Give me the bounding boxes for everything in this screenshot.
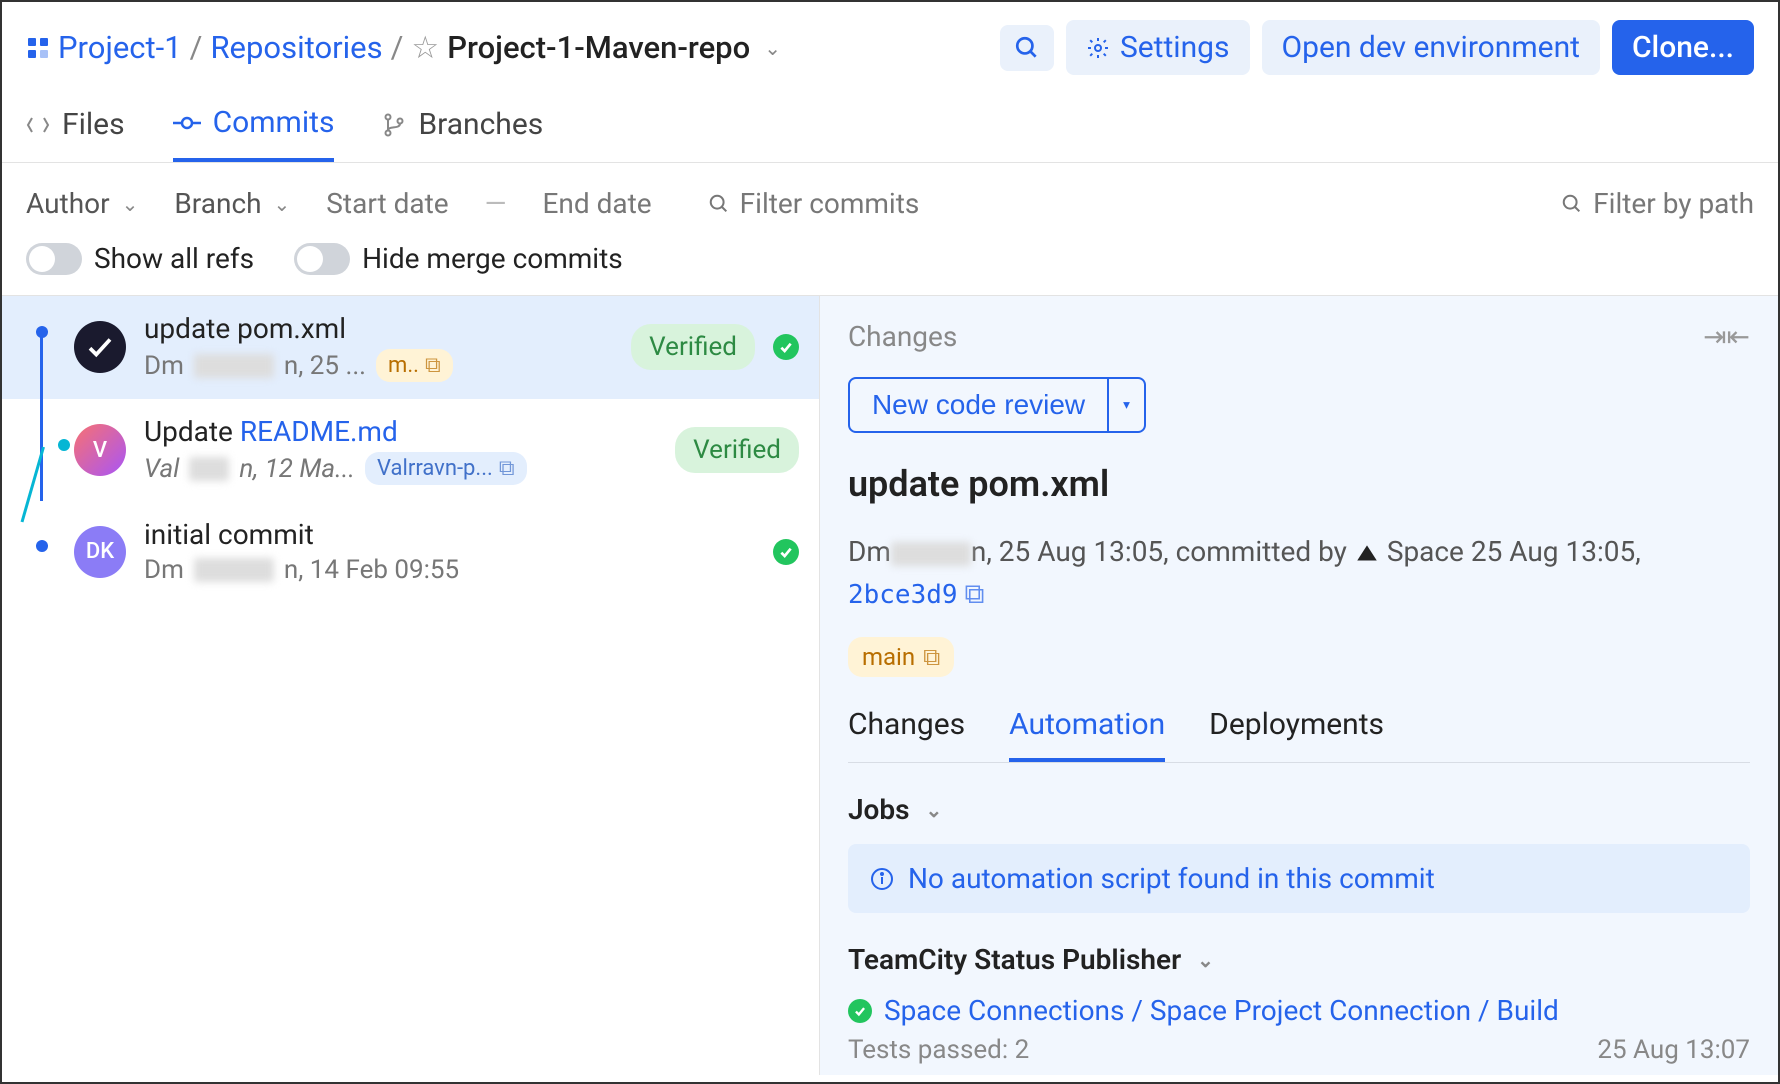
filter-path-input[interactable]: Filter by path: [1561, 187, 1754, 220]
commit-title: initial commit: [144, 518, 755, 551]
star-icon[interactable]: ☆: [411, 29, 439, 66]
filters-row: Author ⌄ Branch ⌄ Start date — End date …: [2, 163, 1778, 230]
tab-deployments[interactable]: Deployments: [1209, 707, 1384, 762]
header-bar: Project-1 / Repositories / ☆ Project-1-M…: [2, 2, 1778, 93]
tab-files[interactable]: Files: [26, 105, 125, 162]
commit-detail-title: update pom.xml: [848, 463, 1750, 505]
toggles-row: Show all refs Hide merge commits: [2, 230, 1778, 295]
repo-tabs: Files Commits Branches: [2, 93, 1778, 163]
review-dropdown-button[interactable]: ▾: [1109, 377, 1146, 433]
commit-item[interactable]: V Update README.md Valn, 12 Ma... Valrra…: [2, 399, 819, 502]
start-date-filter[interactable]: Start date: [326, 187, 448, 220]
commit-hash[interactable]: 2bce3d9: [848, 580, 958, 610]
filter-commits-input[interactable]: Filter commits: [708, 187, 920, 220]
branches-icon: [382, 113, 406, 137]
avatar: V: [74, 424, 126, 476]
tab-automation[interactable]: Automation: [1009, 707, 1165, 762]
status-success-icon: [773, 539, 799, 565]
commit-graph: [26, 502, 66, 601]
annotation-arrow: [819, 938, 820, 985]
open-dev-button[interactable]: Open dev environment: [1262, 20, 1600, 75]
jobs-info-banner: No automation script found in this commi…: [848, 844, 1750, 913]
avatar: DK: [74, 526, 126, 578]
settings-label: Settings: [1120, 30, 1230, 65]
commit-details-pane: Changes ⇥⇤ New code review ▾ update pom.…: [819, 296, 1778, 1075]
detail-tabs: Changes Automation Deployments: [848, 707, 1750, 763]
tab-branches[interactable]: Branches: [382, 105, 543, 162]
commits-icon: [173, 112, 201, 134]
chevron-down-icon: ⌄: [926, 798, 943, 822]
chevron-down-icon: ⌄: [1197, 948, 1214, 972]
verified-badge: Verified: [675, 427, 799, 473]
commit-detail-meta: Dmn, 25 Aug 13:05, committed by Space 25…: [848, 531, 1750, 615]
files-icon: [26, 114, 50, 136]
search-icon: [708, 193, 730, 215]
search-icon: [1561, 193, 1583, 215]
project-icon: [26, 36, 50, 60]
clone-button[interactable]: Clone...: [1612, 20, 1754, 75]
commit-item[interactable]: DK initial commit Dmn, 14 Feb 09:55: [2, 502, 819, 602]
copy-icon: ⧉: [425, 353, 441, 378]
commit-list: update pom.xml Dmn, 25 ... m..⧉ Verified…: [2, 296, 819, 1075]
breadcrumb-sep: /: [190, 29, 203, 66]
tests-passed: Tests passed: 2: [848, 1035, 1029, 1065]
gear-icon: [1086, 36, 1110, 60]
teamcity-section-header[interactable]: TeamCity Status Publisher ⌄: [848, 943, 1750, 976]
copy-icon[interactable]: ⧉: [964, 573, 984, 615]
branch-chip[interactable]: main⧉: [848, 637, 954, 677]
breadcrumb-repositories[interactable]: Repositories: [210, 29, 382, 66]
copy-icon: ⧉: [499, 456, 515, 481]
search-button[interactable]: [1000, 25, 1054, 71]
show-all-refs-toggle[interactable]: Show all refs: [26, 242, 254, 275]
tab-changes[interactable]: Changes: [848, 707, 965, 762]
breadcrumb-sep: /: [391, 29, 404, 66]
breadcrumb: Project-1 / Repositories / ☆ Project-1-M…: [26, 29, 781, 66]
branch-chip[interactable]: Valrravn-p...⧉: [365, 452, 526, 485]
hide-merge-toggle[interactable]: Hide merge commits: [294, 242, 623, 275]
breadcrumb-project[interactable]: Project-1: [58, 29, 182, 66]
space-icon: [1354, 541, 1380, 567]
settings-button[interactable]: Settings: [1066, 20, 1250, 75]
chevron-down-icon[interactable]: ⌄: [764, 36, 781, 60]
copy-icon: ⧉: [923, 643, 940, 671]
verified-badge: Verified: [631, 324, 755, 370]
commit-graph: [26, 399, 66, 501]
status-success-icon: [773, 334, 799, 360]
commit-title: update pom.xml: [144, 312, 613, 345]
tab-commits[interactable]: Commits: [173, 105, 335, 162]
info-icon: [870, 867, 894, 891]
status-success-icon: [848, 999, 872, 1023]
end-date-filter[interactable]: End date: [543, 187, 652, 220]
build-status-link[interactable]: Space Connections / Space Project Connec…: [848, 994, 1750, 1027]
breadcrumb-repo[interactable]: Project-1-Maven-repo: [447, 29, 750, 66]
branch-filter[interactable]: Branch ⌄: [174, 187, 290, 220]
commit-title: Update README.md: [144, 415, 657, 448]
author-filter[interactable]: Author ⌄: [26, 187, 138, 220]
expand-icon[interactable]: ⇥⇤: [1703, 320, 1750, 353]
new-code-review-button[interactable]: New code review: [848, 377, 1109, 433]
jobs-section-header[interactable]: Jobs ⌄: [848, 793, 1750, 826]
commit-item[interactable]: update pom.xml Dmn, 25 ... m..⧉ Verified: [2, 296, 819, 399]
avatar: [74, 321, 126, 373]
build-time: 25 Aug 13:07: [1597, 1035, 1750, 1065]
commit-graph: [26, 296, 66, 398]
branch-chip[interactable]: m..⧉: [376, 349, 453, 382]
details-header: Changes: [848, 320, 957, 353]
